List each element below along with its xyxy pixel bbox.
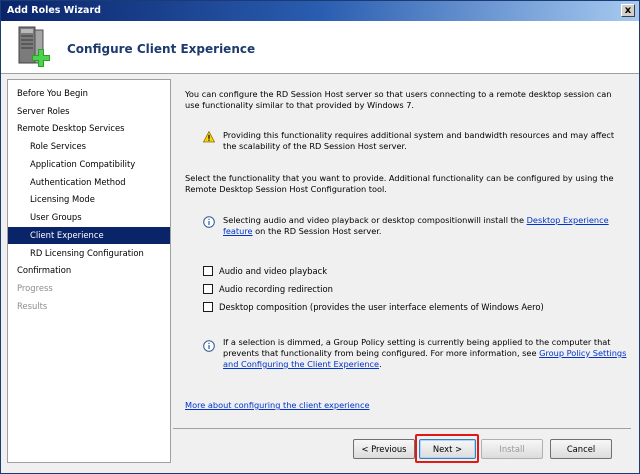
step-authentication-method[interactable]: Authentication Method <box>8 174 170 191</box>
step-client-experience[interactable]: Client Experience <box>8 227 170 244</box>
content-panel: You can configure the RD Session Host se… <box>173 75 639 430</box>
audio-video-playback-label[interactable]: Audio and video playback <box>219 265 327 278</box>
info-text-after: . <box>379 359 382 369</box>
info-text-before: Selecting audio and video playback or de… <box>223 215 527 225</box>
close-button[interactable]: x <box>621 4 635 17</box>
title-bar[interactable]: Add Roles Wizard x <box>1 1 639 21</box>
step-remote-desktop-services[interactable]: Remote Desktop Services <box>8 120 170 137</box>
info-group-policy: If a selection is dimmed, a Group Policy… <box>223 337 627 370</box>
step-server-roles[interactable]: Server Roles <box>8 103 170 120</box>
step-rd-licensing-configuration[interactable]: RD Licensing Configuration <box>8 245 170 262</box>
wizard-steps-sidebar: Before You Begin Server Roles Remote Des… <box>7 79 171 463</box>
cancel-button[interactable]: Cancel <box>550 439 612 459</box>
audio-video-playback-checkbox[interactable] <box>203 266 213 276</box>
audio-recording-checkbox[interactable] <box>203 284 213 294</box>
more-about-client-experience-link[interactable]: More about configuring the client experi… <box>185 400 370 411</box>
warning-text: Providing this functionality requires ad… <box>223 130 615 151</box>
desktop-composition-label[interactable]: Desktop composition (provides the user i… <box>219 301 544 314</box>
step-licensing-mode[interactable]: Licensing Mode <box>8 191 170 208</box>
intro-text: You can configure the RD Session Host se… <box>185 89 612 110</box>
step-confirmation[interactable]: Confirmation <box>8 262 170 279</box>
step-before-you-begin[interactable]: Before You Begin <box>8 85 170 102</box>
step-progress: Progress <box>17 283 53 293</box>
step-application-compatibility[interactable]: Application Compatibility <box>8 156 170 173</box>
wizard-header: Configure Client Experience <box>1 21 639 74</box>
audio-recording-label[interactable]: Audio recording redirection <box>219 283 333 296</box>
info-text-after: on the RD Session Host server. <box>252 226 382 236</box>
warning-icon <box>202 130 216 143</box>
select-instructions: Select the functionality that you want t… <box>185 173 614 194</box>
step-role-services[interactable]: Role Services <box>8 138 170 155</box>
wizard-window: Add Roles Wizard x Configure Client Expe… <box>0 0 640 474</box>
previous-button[interactable]: < Previous <box>353 439 415 459</box>
step-results: Results <box>17 301 48 311</box>
info-desktop-experience: Selecting audio and video playback or de… <box>223 215 623 237</box>
window-title: Add Roles Wizard <box>7 5 101 16</box>
install-button: Install <box>481 439 543 459</box>
info-icon <box>203 340 215 352</box>
page-title: Configure Client Experience <box>67 42 256 56</box>
next-button-highlight <box>415 434 479 463</box>
step-user-groups[interactable]: User Groups <box>8 209 170 226</box>
footer-divider <box>173 428 631 429</box>
info-icon <box>203 216 215 228</box>
desktop-composition-checkbox[interactable] <box>203 302 213 312</box>
server-add-icon <box>13 25 53 69</box>
